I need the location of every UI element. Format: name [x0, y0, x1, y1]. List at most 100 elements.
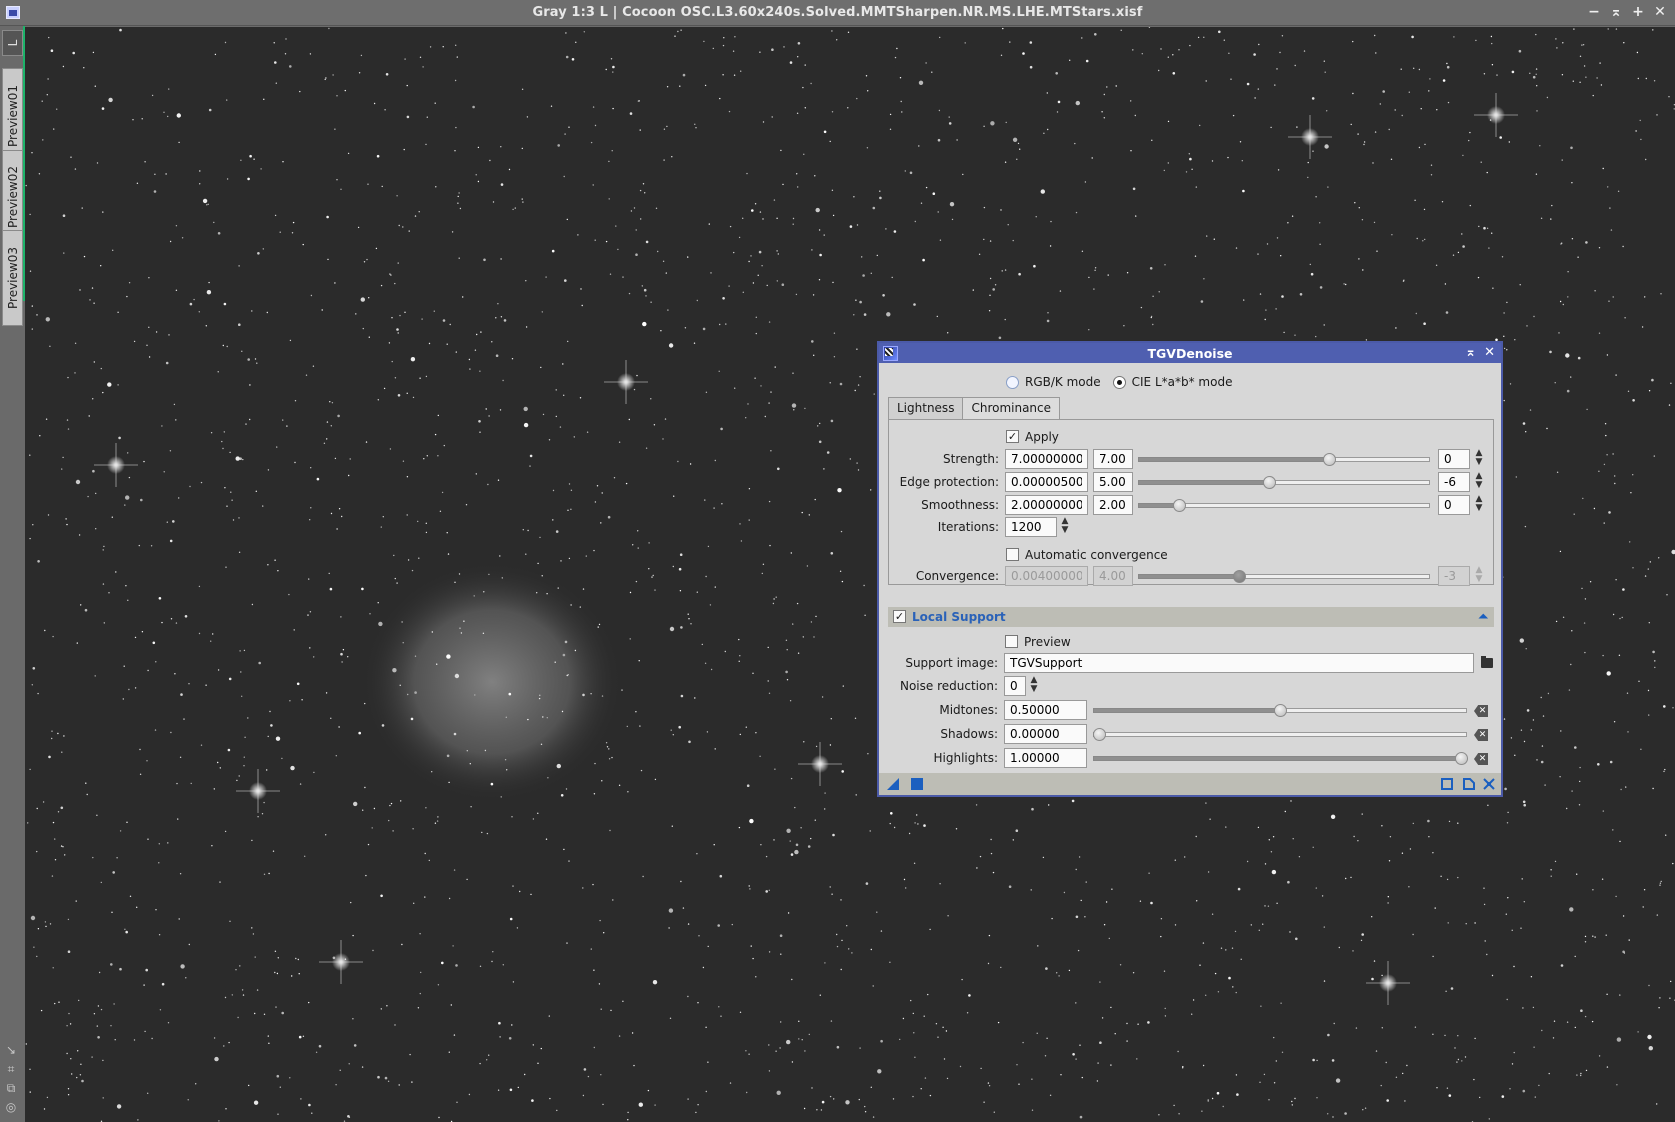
shadows-field[interactable] — [1004, 724, 1087, 744]
midtones-slider[interactable] — [1093, 704, 1467, 717]
folder-icon[interactable] — [1481, 656, 1493, 668]
smoothness-value-field[interactable] — [1005, 495, 1088, 515]
star — [525, 553, 527, 555]
star — [988, 1085, 991, 1087]
smoothness-slider[interactable] — [1138, 499, 1430, 512]
star — [1177, 1050, 1179, 1053]
preview-icon[interactable] — [1441, 778, 1453, 790]
edge-protection-exponent-spinner[interactable]: ▲ ▼ — [1471, 472, 1487, 492]
strength-exponent-field[interactable] — [1438, 449, 1470, 469]
slider-knob[interactable] — [1263, 476, 1276, 489]
reset-midtones-icon[interactable]: ✕ — [1474, 705, 1488, 717]
star — [1571, 238, 1574, 240]
dialog-shade-button[interactable]: ⌅ — [1465, 345, 1476, 360]
slider-knob[interactable] — [1323, 453, 1336, 466]
maximize-button[interactable]: + — [1631, 4, 1645, 20]
edge-protection-exponent-field[interactable] — [1438, 472, 1470, 492]
convergence-mantissa-field[interactable] — [1093, 566, 1133, 586]
lab-mode-radio[interactable] — [1112, 375, 1126, 389]
star — [1535, 33, 1537, 36]
dialog-close-button[interactable]: ✕ — [1484, 345, 1495, 360]
view-tab-main[interactable]: L — [2, 30, 23, 56]
star — [327, 258, 329, 261]
close-button[interactable]: ✕ — [1653, 4, 1667, 20]
star — [1270, 126, 1272, 129]
automatic-convergence-checkbox[interactable] — [1006, 548, 1019, 561]
local-support-checkbox[interactable]: ✓ — [893, 610, 906, 623]
star — [757, 274, 759, 276]
iterations-field[interactable] — [1005, 517, 1057, 537]
reset-icon[interactable] — [1463, 778, 1475, 790]
smoothness-exponent-spinner[interactable]: ▲ ▼ — [1471, 495, 1487, 515]
star — [677, 460, 679, 463]
star — [1483, 903, 1486, 906]
strength-mantissa-field[interactable] — [1093, 449, 1133, 469]
slider-knob[interactable] — [1233, 570, 1246, 583]
smoothness-exponent-field[interactable] — [1438, 495, 1470, 515]
preview-checkbox[interactable] — [1005, 635, 1018, 648]
tab-lightness[interactable]: Lightness — [888, 397, 964, 419]
star — [914, 1056, 916, 1059]
clone-icon[interactable]: ⧉ — [4, 1081, 18, 1095]
image-window-titlebar[interactable]: Gray 1:3 L | Cocoon OSC.L3.60x240s.Solve… — [0, 0, 1675, 26]
noise-reduction-spinner[interactable]: ▲ ▼ — [1026, 676, 1042, 696]
noise-reduction-field[interactable] — [1004, 676, 1026, 696]
iterations-spinner[interactable]: ▲ ▼ — [1057, 517, 1073, 537]
view-tab-preview03[interactable]: Preview03 — [2, 230, 23, 326]
slider-knob[interactable] — [1274, 704, 1287, 717]
reset-highlights-icon[interactable]: ✕ — [1474, 753, 1488, 765]
target-icon[interactable]: ◎ — [4, 1100, 18, 1114]
strength-exponent-spinner[interactable]: ▲ ▼ — [1471, 449, 1487, 469]
convergence-exponent-field[interactable] — [1438, 566, 1470, 586]
apply-checkbox[interactable]: ✓ — [1006, 430, 1019, 443]
strength-value-field[interactable] — [1005, 449, 1088, 469]
star — [1648, 390, 1651, 392]
star — [880, 1039, 883, 1043]
star — [1374, 131, 1377, 133]
edge-protection-value-field[interactable] — [1005, 472, 1088, 492]
arrow-diagonal-icon[interactable]: ↘ — [4, 1043, 18, 1057]
star — [177, 818, 179, 820]
rgb-mode-radio[interactable] — [1006, 375, 1019, 389]
highlights-slider[interactable] — [1093, 752, 1468, 765]
minimize-button[interactable]: − — [1587, 4, 1601, 20]
strength-slider[interactable] — [1138, 453, 1430, 466]
fit-frame-icon[interactable]: ⌗ — [4, 1062, 18, 1076]
star — [376, 154, 380, 158]
star — [1487, 804, 1489, 806]
dialog-titlebar[interactable]: TGVDenoise ⌅ ✕ — [879, 343, 1501, 363]
edge-protection-slider[interactable] — [1138, 476, 1430, 489]
local-support-section-header[interactable]: ✓ Local Support ⏶ — [888, 607, 1494, 627]
star — [645, 240, 649, 244]
highlights-field[interactable] — [1004, 748, 1087, 768]
convergence-exponent-spinner[interactable]: ▲ ▼ — [1471, 566, 1487, 586]
reset-shadows-icon[interactable]: ✕ — [1474, 729, 1488, 741]
star — [409, 1053, 411, 1056]
edge-protection-mantissa-field[interactable] — [1093, 472, 1133, 492]
slider-knob[interactable] — [1173, 499, 1186, 512]
collapse-section-icon[interactable]: ⏶ — [1478, 609, 1488, 624]
convergence-value-field[interactable] — [1005, 566, 1088, 586]
star — [633, 388, 636, 391]
star — [761, 265, 763, 267]
star — [1045, 967, 1048, 970]
slider-knob[interactable] — [1455, 752, 1468, 765]
shadows-slider[interactable] — [1093, 728, 1467, 741]
star — [310, 294, 313, 297]
apply-global-icon[interactable] — [911, 778, 923, 790]
convergence-slider[interactable] — [1138, 570, 1430, 583]
star — [557, 144, 560, 147]
collapse-icon[interactable] — [1483, 778, 1495, 790]
star — [900, 100, 902, 103]
star — [1574, 955, 1576, 958]
midtones-field[interactable] — [1004, 700, 1087, 720]
tab-chrominance[interactable]: Chrominance — [963, 397, 1061, 419]
shade-button[interactable]: ⌅ — [1609, 4, 1623, 20]
smoothness-mantissa-field[interactable] — [1093, 495, 1133, 515]
support-image-field[interactable] — [1004, 653, 1474, 673]
star — [1069, 59, 1071, 61]
new-instance-icon[interactable] — [887, 778, 899, 790]
star — [955, 828, 958, 830]
slider-knob[interactable] — [1093, 728, 1106, 741]
star — [1228, 976, 1231, 980]
